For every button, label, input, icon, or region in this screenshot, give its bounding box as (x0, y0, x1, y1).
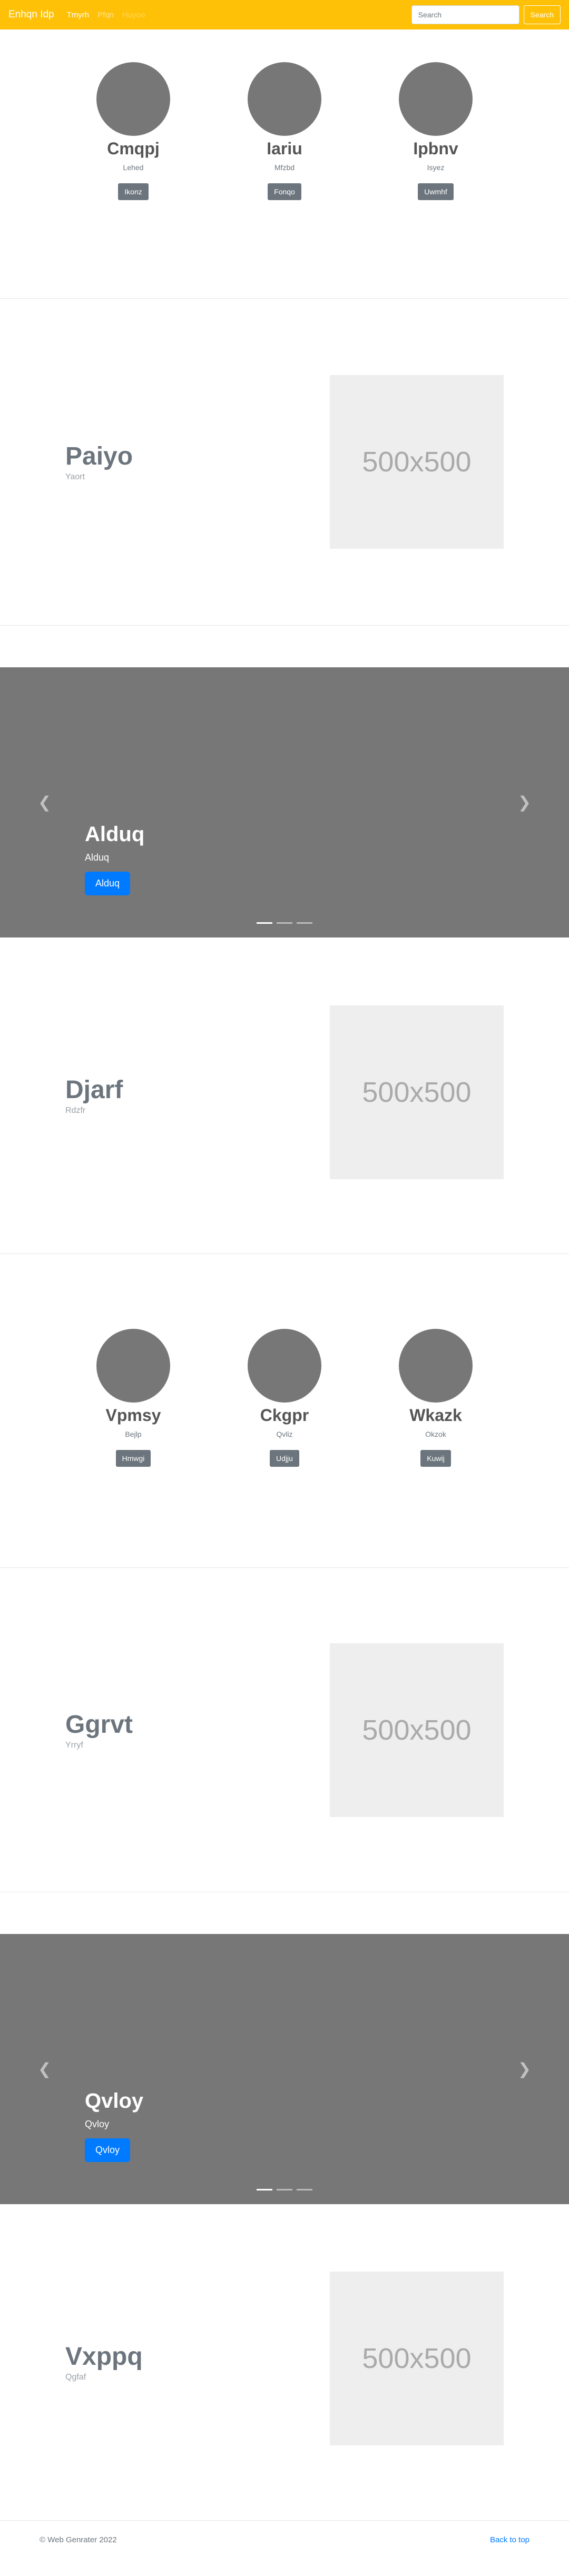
featurette: Paiyo Yaort 500x500 (0, 299, 569, 625)
column-text: Isyez (427, 163, 445, 172)
marketing-column: Cmqpj Lehed Ikonz (58, 62, 209, 298)
featurette-subtext: Yaort (65, 472, 85, 481)
carousel-text: Qvloy (85, 2119, 110, 2129)
placeholder-image: 500x500 (330, 2272, 504, 2445)
column-heading: Ipbnv (413, 139, 458, 158)
placeholder-circle-image (248, 1329, 321, 1403)
carousel-next-icon[interactable]: ❯ (518, 793, 531, 812)
column-text: Okzok (425, 1430, 446, 1438)
nav-link-pfqn[interactable]: Pfqn (97, 11, 114, 19)
column-text: Qvliz (276, 1430, 293, 1438)
nav-link-tmyrh[interactable]: Tmyrh (67, 11, 90, 19)
column-heading: Cmqpj (107, 139, 160, 158)
back-to-top-link[interactable]: Back to top (490, 2535, 529, 2544)
placeholder-circle-image (399, 1329, 473, 1403)
featurette-text: Ggrvt Yrryf (0, 1710, 212, 1750)
placeholder-image: 500x500 (330, 375, 504, 549)
navbar: Enhqn Idp Tmyrh Pfqn Huyoo Search (0, 0, 569, 29)
column-button[interactable]: Hmwgi (115, 1450, 151, 1467)
marketing-section: Vpmsy Bejlp Hmwgi Ckgpr Qvliz Udjju Wkaz… (0, 1254, 569, 1567)
carousel: ❮ ❯ Alduq Alduq Alduq (0, 667, 569, 937)
column-heading: Iariu (267, 139, 302, 158)
column-text: Lehed (123, 163, 144, 172)
carousel-indicator[interactable] (257, 922, 272, 924)
carousel-next-icon[interactable]: ❯ (518, 2060, 531, 2078)
column-button[interactable]: Ikonz (118, 183, 149, 200)
carousel-indicators (257, 2189, 312, 2190)
marketing-column: Iariu Mfzbd Fonqo (209, 62, 360, 298)
carousel-prev-icon[interactable]: ❮ (38, 2060, 51, 2078)
marketing-column: Vpmsy Bejlp Hmwgi (58, 1329, 209, 1567)
carousel-button[interactable]: Qvloy (85, 2138, 131, 2162)
carousel-indicator[interactable] (277, 2189, 292, 2190)
featurette-text: Vxppq Qgfaf (0, 2342, 212, 2382)
featurette: Ggrvt Yrryf 500x500 (0, 1568, 569, 1892)
placeholder-circle-image (399, 62, 473, 136)
column-text: Mfzbd (274, 163, 295, 172)
featurette: Djarf Rdzfr 500x500 (0, 937, 569, 1254)
search-input[interactable] (411, 5, 519, 24)
copyright-text: © Web Genrater 2022 (40, 2535, 117, 2544)
carousel-indicator[interactable] (297, 2189, 312, 2190)
column-button[interactable]: Udjju (270, 1450, 299, 1467)
marketing-column: Ipbnv Isyez Uwmhf (360, 62, 512, 298)
featurette-text: Paiyo Yaort (0, 442, 212, 482)
column-button[interactable]: Fonqo (268, 183, 301, 200)
featurette-text: Djarf Rdzfr (0, 1075, 212, 1116)
featurette: Vxppq Qgfaf 500x500 (0, 2204, 569, 2520)
marketing-column: Ckgpr Qvliz Udjju (209, 1329, 360, 1567)
column-button[interactable]: Uwmhf (418, 183, 454, 200)
placeholder-image: 500x500 (330, 1643, 504, 1817)
carousel-prev-icon[interactable]: ❮ (38, 793, 51, 812)
carousel-caption: Qvloy Qvloy Qvloy (85, 2088, 143, 2162)
featurette-subtext: Rdzfr (65, 1106, 86, 1115)
featurette-subtext: Yrryf (65, 1740, 83, 1750)
footer: © Web Genrater 2022 Back to top (0, 2521, 569, 2559)
carousel: ❮ ❯ Qvloy Qvloy Qvloy (0, 1934, 569, 2204)
placeholder-image: 500x500 (330, 1005, 504, 1179)
featurette-heading: Paiyo (65, 442, 133, 470)
carousel-title: Qvloy (85, 2089, 144, 2113)
placeholder-circle-image (96, 1329, 170, 1403)
carousel-indicators (257, 922, 312, 924)
featurette-heading: Djarf (65, 1076, 123, 1104)
column-heading: Ckgpr (260, 1406, 309, 1425)
marketing-column: Wkazk Okzok Kuwij (360, 1329, 512, 1567)
carousel-caption: Alduq Alduq Alduq (85, 822, 144, 895)
column-button[interactable]: Kuwij (420, 1450, 451, 1467)
featurette-subtext: Qgfaf (65, 2373, 86, 2382)
placeholder-circle-image (248, 62, 321, 136)
column-text: Bejlp (125, 1430, 142, 1438)
marketing-section: Cmqpj Lehed Ikonz Iariu Mfzbd Fonqo Ipbn… (0, 29, 569, 298)
carousel-button[interactable]: Alduq (85, 872, 131, 895)
carousel-indicator[interactable] (257, 2189, 272, 2190)
carousel-indicator[interactable] (297, 922, 312, 924)
featurette-heading: Vxppq (65, 2343, 143, 2371)
brand-link[interactable]: Enhqn Idp (8, 9, 54, 21)
placeholder-circle-image (96, 62, 170, 136)
divider (0, 625, 569, 626)
column-heading: Vpmsy (105, 1406, 161, 1425)
nav-link-huyoo: Huyoo (122, 10, 145, 19)
carousel-indicator[interactable] (277, 922, 292, 924)
column-heading: Wkazk (409, 1406, 462, 1425)
carousel-title: Alduq (85, 823, 145, 846)
search-form: Search (411, 5, 561, 24)
featurette-heading: Ggrvt (65, 1710, 133, 1739)
carousel-text: Alduq (85, 852, 110, 863)
search-button[interactable]: Search (523, 5, 561, 24)
